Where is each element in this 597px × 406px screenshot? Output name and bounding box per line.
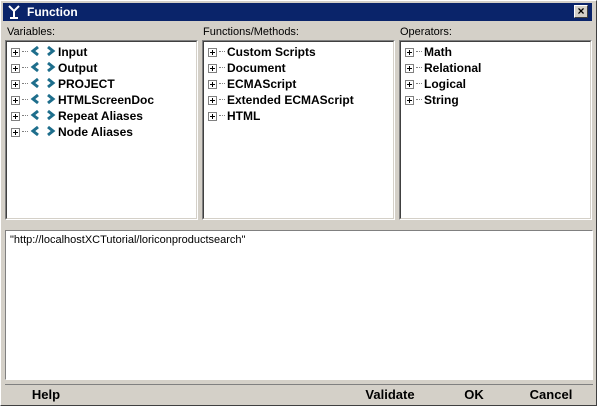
variable-tree-item-label: PROJECT: [58, 77, 115, 91]
tree-connector: [219, 115, 225, 117]
tree-connector: [416, 99, 422, 101]
variable-tree-item-label: Repeat Aliases: [58, 109, 143, 123]
validate-button[interactable]: Validate: [359, 387, 421, 403]
operators-tree: Math Relational Logical String: [400, 41, 591, 219]
operator-tree-item[interactable]: Math: [405, 44, 452, 60]
variable-brackets-icon: [30, 45, 56, 59]
function-tree-item[interactable]: Custom Scripts: [208, 44, 316, 60]
operators-label: Operators:: [400, 26, 452, 38]
function-tree-item[interactable]: Extended ECMAScript: [208, 92, 354, 108]
function-tree-item[interactable]: ECMAScript: [208, 76, 296, 92]
plus-box-icon[interactable]: [11, 111, 20, 121]
variable-tree-item-label: Output: [58, 61, 98, 75]
tree-connector: [416, 83, 422, 85]
variable-brackets-icon: [30, 125, 56, 139]
tree-connector: [416, 51, 422, 53]
function-dialog: Function × Variables: Input Output PROJECT…: [0, 0, 597, 406]
function-tree-item[interactable]: HTML: [208, 108, 260, 124]
tree-connector: [219, 51, 225, 53]
function-tree-item-label: Custom Scripts: [227, 45, 316, 59]
function-tree-item-label: Extended ECMAScript: [227, 93, 354, 107]
tree-connector: [219, 67, 225, 69]
plus-box-icon[interactable]: [208, 47, 217, 57]
plus-box-icon[interactable]: [208, 111, 217, 121]
ok-button[interactable]: OK: [457, 387, 491, 403]
variable-tree-item[interactable]: Repeat Aliases: [11, 108, 143, 124]
operator-tree-item[interactable]: Relational: [405, 60, 481, 76]
plus-box-icon[interactable]: [405, 79, 414, 89]
plus-box-icon[interactable]: [405, 63, 414, 73]
operator-tree-item[interactable]: String: [405, 92, 459, 108]
operators-panel[interactable]: Math Relational Logical String: [399, 40, 592, 220]
variable-brackets-icon: [30, 77, 56, 91]
title-bar[interactable]: Function ×: [3, 3, 592, 21]
variable-brackets-icon: [30, 93, 56, 107]
variables-label: Variables:: [7, 26, 56, 38]
plus-box-icon[interactable]: [208, 79, 217, 89]
tree-connector: [22, 67, 28, 69]
tree-connector: [22, 51, 28, 53]
plus-box-icon[interactable]: [11, 127, 20, 137]
expression-text[interactable]: "http://localhostXCTutorial/loriconprodu…: [10, 234, 245, 246]
button-bar: Help Validate OK Cancel: [5, 384, 593, 405]
tree-connector: [22, 131, 28, 133]
tree-connector: [219, 83, 225, 85]
help-button[interactable]: Help: [25, 387, 67, 403]
variable-tree-item-label: Node Aliases: [58, 125, 133, 139]
function-tree-item-label: ECMAScript: [227, 77, 297, 91]
function-tree-item-label: HTML: [227, 109, 261, 123]
operator-tree-item-label: Math: [424, 45, 452, 59]
functions-tree: Custom Scripts Document ECMAScript Extended…: [203, 41, 394, 219]
function-tree-item[interactable]: Document: [208, 60, 286, 76]
plus-box-icon[interactable]: [208, 95, 217, 105]
variable-brackets-icon: [30, 109, 56, 123]
variable-tree-item-label: HTMLScreenDoc: [58, 93, 155, 107]
expression-editor[interactable]: "http://localhostXCTutorial/loriconprodu…: [5, 230, 593, 380]
functions-label: Functions/Methods:: [203, 26, 299, 38]
variable-tree-item-label: Input: [58, 45, 88, 59]
variable-tree-item[interactable]: HTMLScreenDoc: [11, 92, 154, 108]
tree-connector: [219, 99, 225, 101]
plus-box-icon[interactable]: [11, 95, 20, 105]
operator-tree-item-label: Relational: [424, 61, 482, 75]
function-app-icon: [8, 5, 20, 19]
window-title: Function: [27, 5, 78, 19]
plus-box-icon[interactable]: [405, 95, 414, 105]
plus-box-icon[interactable]: [405, 47, 414, 57]
plus-box-icon[interactable]: [208, 63, 217, 73]
tree-connector: [22, 99, 28, 101]
variable-tree-item[interactable]: Input: [11, 44, 87, 60]
close-icon: ×: [577, 4, 585, 18]
variable-tree-item[interactable]: PROJECT: [11, 76, 115, 92]
variable-tree-item[interactable]: Node Aliases: [11, 124, 133, 140]
plus-box-icon[interactable]: [11, 47, 20, 57]
operator-tree-item[interactable]: Logical: [405, 76, 466, 92]
cancel-button[interactable]: Cancel: [523, 387, 579, 403]
plus-box-icon[interactable]: [11, 79, 20, 89]
plus-box-icon[interactable]: [11, 63, 20, 73]
close-button[interactable]: ×: [574, 5, 588, 18]
variable-brackets-icon: [30, 61, 56, 75]
functions-panel[interactable]: Custom Scripts Document ECMAScript Extended…: [202, 40, 395, 220]
operator-tree-item-label: Logical: [424, 77, 467, 91]
operator-tree-item-label: String: [424, 93, 459, 107]
tree-connector: [22, 83, 28, 85]
variable-tree-item[interactable]: Output: [11, 60, 97, 76]
variables-tree: Input Output PROJECT HTMLScreenDoc Repeat Al…: [6, 41, 197, 219]
tree-connector: [416, 67, 422, 69]
tree-connector: [22, 115, 28, 117]
function-tree-item-label: Document: [227, 61, 286, 75]
variables-panel[interactable]: Input Output PROJECT HTMLScreenDoc Repeat Al…: [5, 40, 198, 220]
